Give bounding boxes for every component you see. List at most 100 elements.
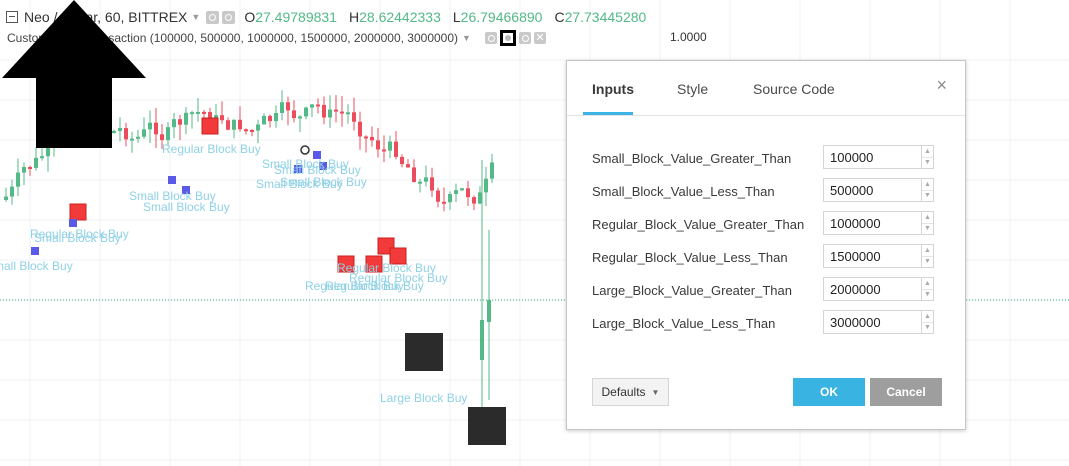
candle-body [328,109,332,118]
cancel-button[interactable]: Cancel [870,378,942,406]
indicator-value: 1.0000 [670,30,707,44]
open-label: O [244,9,256,25]
candle-body [262,115,266,125]
candle-body [40,156,44,159]
candle-body [430,177,434,191]
candle-body [232,119,236,130]
chart-label: Regular Block Buy [325,279,424,293]
gear-icon[interactable] [499,30,516,46]
candle-body [340,111,344,114]
close-icon[interactable]: ✕ [533,32,546,44]
regular-block-less-input[interactable] [823,244,921,268]
number-stepper[interactable]: ▲ ▼ [921,145,934,169]
close-label: C [554,9,565,25]
candle-body [364,136,368,139]
candle-body [16,172,20,187]
candle-body [424,177,428,182]
input-label: Small_Block_Value_Greater_Than [592,151,792,166]
candle-body [292,110,296,119]
chevron-down-icon[interactable]: ▼ [191,12,200,22]
candle-body [286,102,290,111]
candle-body [406,164,410,168]
chart-label: Small Block Buy [34,231,121,245]
candle-body [244,129,248,132]
candle-body [460,188,464,191]
candle-body [478,192,482,204]
number-stepper[interactable]: ▲ ▼ [921,178,934,202]
close-icon[interactable]: × [936,75,947,96]
dialog-tabs: Inputs Style Source Code × [567,61,965,116]
candle-body [490,162,494,179]
candle-body [352,112,356,122]
small-block-greater-input[interactable] [823,145,921,169]
candle-body [220,115,224,121]
input-label: Regular_Block_Value_Greater_Than [592,217,805,232]
regular-block-marker [201,117,219,135]
eye-icon[interactable] [484,32,497,44]
gear-icon[interactable] [222,10,236,24]
candle-body [202,111,206,114]
candle-body [334,109,338,112]
open-value: 27.49789831 [255,9,337,25]
candle-body [190,112,194,115]
low-label: L [452,9,461,25]
number-stepper[interactable]: ▲ ▼ [921,310,934,334]
candle-body [256,124,260,131]
candle-body [280,102,284,113]
input-row: Small_Block_Value_Greater_Than ▲▼ [567,145,965,173]
candle-body [418,181,422,184]
candle-body [442,201,446,204]
high-value: 28.62442333 [359,9,441,25]
chevron-down-icon[interactable]: ▼ [462,33,471,43]
input-row: Small_Block_Value_Less_Than ▲▼ [567,178,965,206]
tab-source-code[interactable]: Source Code [753,81,835,97]
candle-body [226,120,230,130]
small-block-marker [69,219,77,227]
candle-body [376,140,380,150]
large-block-less-input[interactable] [823,310,921,334]
regular-block-marker [69,203,87,221]
candle-body [316,104,320,107]
candle-body [160,134,164,141]
input-label: Large_Block_Value_Less_Than [592,316,776,331]
candle-body [388,141,392,151]
candle-body [28,167,32,170]
candle-body [22,167,26,173]
large-block-greater-input[interactable] [823,277,921,301]
candle-body [472,197,476,204]
input-row: Large_Block_Value_Greater_Than ▲▼ [567,277,965,305]
tab-inputs[interactable]: Inputs [592,81,634,97]
candle-body [298,116,302,119]
number-stepper[interactable]: ▲ ▼ [921,244,934,268]
pointer-arrow-icon [2,0,146,148]
number-stepper[interactable]: ▲ ▼ [921,277,934,301]
input-row: Regular_Block_Value_Less_Than ▲▼ [567,244,965,272]
candle-body [268,115,272,122]
candle-body [466,188,470,198]
candle-body [4,196,8,200]
candle-body [154,122,158,135]
candle-body [34,157,38,168]
low-value: 26.79466890 [460,9,543,25]
eye-icon[interactable] [206,10,220,24]
chart-label: Large Block Buy [380,391,468,405]
ok-button[interactable]: OK [793,378,865,406]
chart-label: Regular Block Buy [162,142,261,156]
candle-body [448,193,452,203]
candle-body [400,156,404,165]
regular-block-greater-input[interactable] [823,211,921,235]
close-value: 27.73445280 [564,9,647,25]
small-block-less-input[interactable] [823,178,921,202]
number-stepper[interactable]: ▲ ▼ [921,211,934,235]
copy-icon[interactable] [518,32,531,44]
input-row: Regular_Block_Value_Greater_Than ▲▼ [567,211,965,239]
candle-body [454,190,458,194]
large-block-marker [405,333,443,371]
input-label: Small_Block_Value_Less_Than [592,184,775,199]
candle-body [436,190,440,202]
defaults-button[interactable]: Defaults ▼ [592,378,669,406]
candle-body [370,136,374,141]
candle-body [322,104,326,118]
candle-body [412,167,416,182]
tab-style[interactable]: Style [677,81,708,97]
